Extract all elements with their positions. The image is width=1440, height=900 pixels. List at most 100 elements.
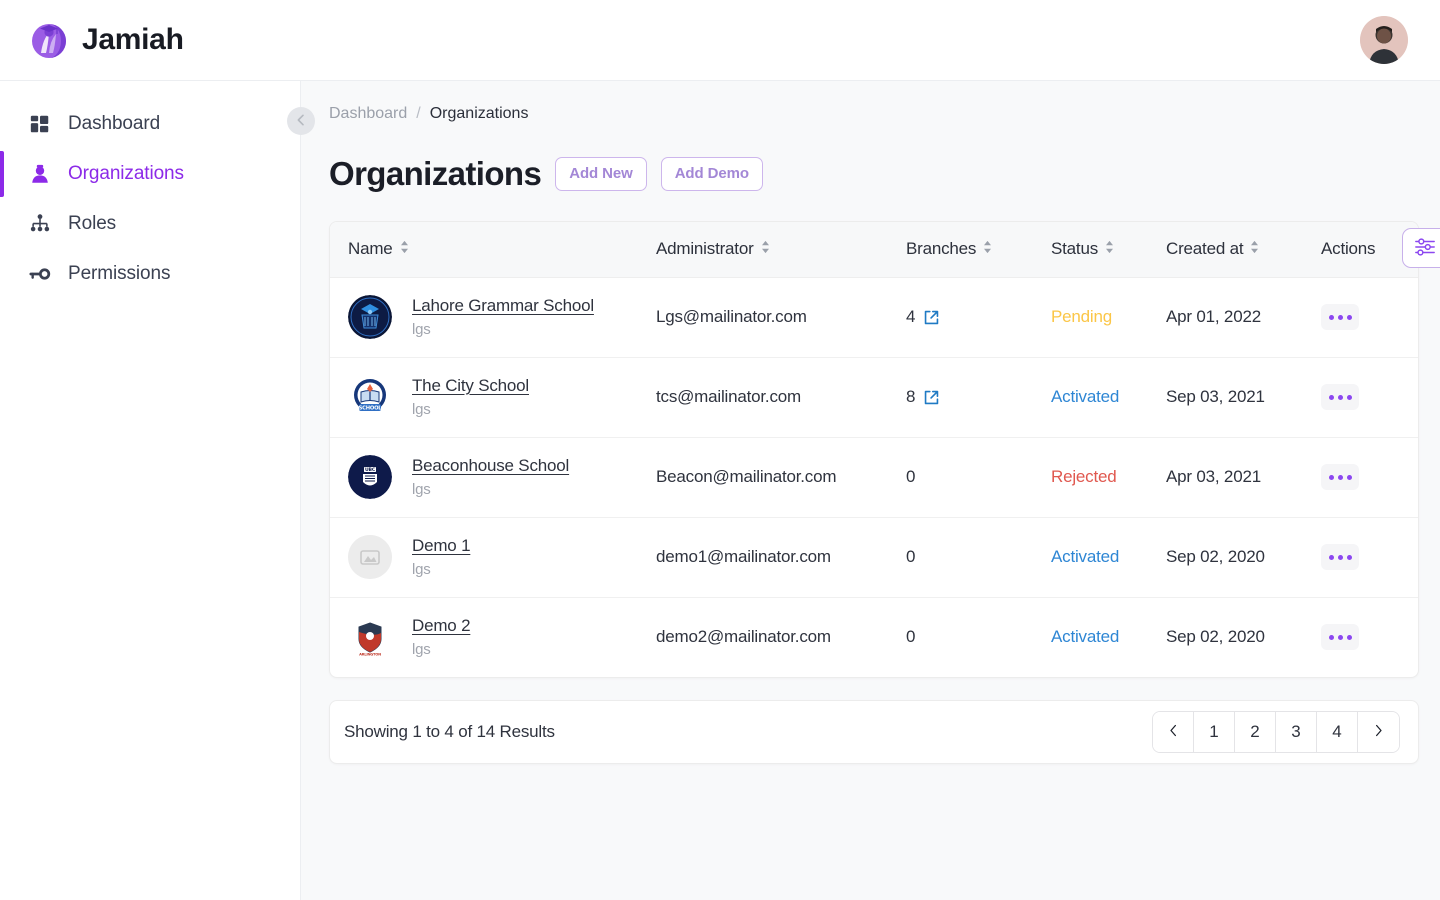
cell-actions <box>1313 517 1418 598</box>
column-header-branches[interactable]: Branches <box>898 222 1043 278</box>
body: Dashboard Organizations Roles Permission… <box>0 81 1440 900</box>
sidebar-item-dashboard[interactable]: Dashboard <box>0 99 300 149</box>
table-row: Lahore Grammar School lgs Lgs@mailinator… <box>330 277 1418 358</box>
cell-actions <box>1313 597 1418 677</box>
sidebar-collapse-button[interactable] <box>287 107 315 135</box>
grid-dashboard-icon <box>28 112 52 136</box>
cell-status: Activated <box>1043 517 1158 598</box>
brand-name: Jamiah <box>82 23 184 56</box>
status-badge: Rejected <box>1051 467 1117 486</box>
branch-count: 0 <box>906 467 916 486</box>
org-name-link[interactable]: Demo 2 <box>412 616 471 636</box>
branch-count: 0 <box>906 547 916 566</box>
cell-name: ARLINGTON Demo 2 lgs <box>330 597 648 677</box>
ellipsis-menu-icon[interactable] <box>1321 464 1359 490</box>
cell-administrator: Beacon@mailinator.com <box>648 437 898 518</box>
beaconhouse-school-logo-icon: UBC <box>348 455 392 499</box>
sidebar-item-label: Organizations <box>68 163 184 184</box>
main-content: Dashboard / Organizations Organizations … <box>301 81 1440 900</box>
org-subtitle: lgs <box>412 641 431 659</box>
hierarchy-org-chart-icon <box>28 212 52 236</box>
sort-toggle-icon[interactable] <box>1105 239 1114 259</box>
pagination-next-button[interactable] <box>1358 712 1399 752</box>
table-row: Demo 1 lgs demo1@mailinator.com 0 Activa… <box>330 517 1418 598</box>
cell-status: Activated <box>1043 597 1158 677</box>
column-label: Created at <box>1166 239 1244 259</box>
organizations-table-card: Name Administrator Branches Status Creat… <box>329 221 1419 678</box>
column-header-status[interactable]: Status <box>1043 222 1158 278</box>
table-header-row: Name Administrator Branches Status Creat… <box>330 222 1418 278</box>
sidebar-item-organizations[interactable]: Organizations <box>0 149 300 199</box>
cell-branches: 0 <box>898 437 1043 518</box>
org-name-link[interactable]: Lahore Grammar School <box>412 296 594 316</box>
filter-settings-button[interactable] <box>1402 228 1440 268</box>
sort-toggle-icon[interactable] <box>400 239 409 259</box>
status-badge: Pending <box>1051 307 1112 326</box>
pagination: 1 2 3 4 <box>1152 711 1400 753</box>
cell-created-at: Sep 02, 2020 <box>1158 517 1313 598</box>
lahore-grammar-school-logo-icon <box>348 295 392 339</box>
sort-toggle-icon[interactable] <box>983 239 992 259</box>
pagination-page-3[interactable]: 3 <box>1276 712 1317 752</box>
column-header-created-at[interactable]: Created at <box>1158 222 1313 278</box>
cell-created-at: Apr 01, 2022 <box>1158 277 1313 358</box>
cell-actions <box>1313 437 1418 518</box>
add-new-button[interactable]: Add New <box>555 157 647 191</box>
org-subtitle: lgs <box>412 481 431 498</box>
svg-text:UBC: UBC <box>365 467 376 473</box>
column-label: Name <box>348 239 393 259</box>
cell-created-at: Apr 03, 2021 <box>1158 437 1313 518</box>
breadcrumb-current: Organizations <box>429 105 529 122</box>
avatar[interactable] <box>1360 16 1408 64</box>
breadcrumb-parent[interactable]: Dashboard <box>329 105 407 123</box>
pagination-card: Showing 1 to 4 of 14 Results 1 2 3 4 <box>329 700 1419 764</box>
ellipsis-menu-icon[interactable] <box>1321 304 1359 330</box>
org-name-link[interactable]: Demo 1 <box>412 536 471 556</box>
pagination-page-1[interactable]: 1 <box>1194 712 1235 752</box>
cell-status: Pending <box>1043 277 1158 358</box>
column-header-name[interactable]: Name <box>330 222 648 278</box>
ellipsis-menu-icon[interactable] <box>1321 384 1359 410</box>
cell-branches: 8 <box>898 357 1043 438</box>
cell-branches: 4 <box>898 277 1043 358</box>
sort-toggle-icon[interactable] <box>1250 239 1259 259</box>
sidebar-item-permissions[interactable]: Permissions <box>0 249 300 299</box>
brand[interactable]: Jamiah <box>28 19 184 61</box>
chevron-left-icon <box>293 112 309 131</box>
organizations-table: Name Administrator Branches Status Creat… <box>330 222 1418 677</box>
cell-created-at: Sep 02, 2020 <box>1166 627 1265 647</box>
column-label: Actions <box>1321 239 1376 259</box>
external-link-icon[interactable] <box>923 389 940 406</box>
org-subtitle: lgs <box>412 321 431 338</box>
ellipsis-menu-icon[interactable] <box>1321 624 1359 651</box>
ellipsis-menu-icon[interactable] <box>1321 544 1359 570</box>
table-row: UBC Beaconhouse School lgs Beacon@mailin… <box>330 437 1418 518</box>
org-subtitle: lgs <box>412 401 431 418</box>
cell-administrator: demo1@mailinator.com <box>648 517 898 598</box>
image-placeholder-icon <box>348 535 392 579</box>
column-header-administrator[interactable]: Administrator <box>648 222 898 278</box>
pagination-page-2[interactable]: 2 <box>1235 712 1276 752</box>
external-link-icon[interactable] <box>923 309 940 326</box>
org-name-link[interactable]: The City School <box>412 376 529 396</box>
table-row: SCHOOL The City School lgs tcs@mailinato… <box>330 357 1418 438</box>
jamiah-graduate-logo-icon <box>28 19 70 61</box>
pagination-prev-button[interactable] <box>1153 712 1194 752</box>
page-header: Organizations Add New Add Demo <box>329 155 1416 193</box>
org-name-link[interactable]: Beaconhouse School <box>412 456 569 476</box>
user-person-icon <box>28 162 52 186</box>
sidebar: Dashboard Organizations Roles Permission… <box>0 81 315 900</box>
results-summary: Showing 1 to 4 of 14 Results <box>344 722 555 741</box>
cell-branches: 0 <box>898 597 1043 677</box>
pagination-page-4[interactable]: 4 <box>1317 712 1358 752</box>
sidebar-item-roles[interactable]: Roles <box>0 199 300 249</box>
status-badge: Activated <box>1051 387 1120 406</box>
cell-name: SCHOOL The City School lgs <box>330 357 648 438</box>
key-icon <box>28 262 52 286</box>
cell-status: Rejected <box>1043 437 1158 518</box>
arlington-shield-logo-icon: ARLINGTON <box>348 615 392 660</box>
column-label: Administrator <box>656 239 754 259</box>
column-label: Branches <box>906 239 977 259</box>
add-demo-button[interactable]: Add Demo <box>660 157 763 191</box>
sort-toggle-icon[interactable] <box>761 239 770 259</box>
